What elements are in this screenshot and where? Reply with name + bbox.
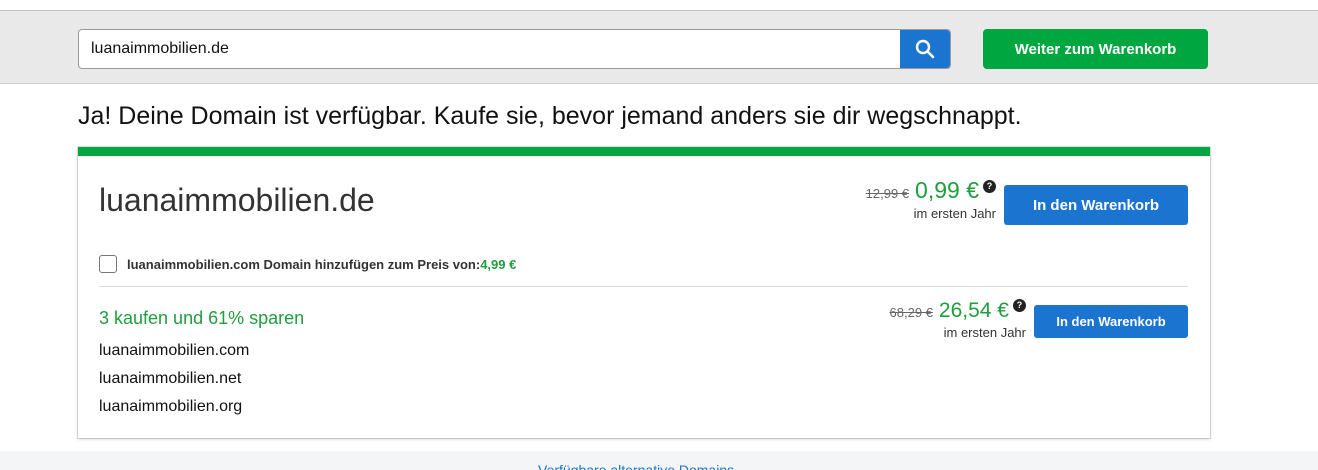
help-icon[interactable]: ? bbox=[983, 179, 996, 193]
search-button[interactable] bbox=[900, 30, 950, 68]
alternatives-section: Verfügbare alternative Domains bbox=[0, 451, 1318, 470]
bundle-new-price: 26,54 € bbox=[938, 299, 1009, 322]
alternative-domains-link[interactable]: Verfügbare alternative Domains bbox=[538, 462, 734, 470]
bundle-price-block: 68,29 € 26,54 € ? im ersten Jahr bbox=[889, 298, 1026, 340]
main-price-block: 12,99 € 0,99 € ? im ersten Jahr bbox=[866, 177, 996, 221]
bundle-add-to-cart-button[interactable]: In den Warenkorb bbox=[1034, 305, 1188, 338]
bundle-price-note: im ersten Jahr bbox=[943, 325, 1026, 340]
addon-checkbox[interactable] bbox=[99, 255, 117, 273]
search-icon bbox=[915, 39, 935, 59]
addon-option: luanaimmobilien.com Domain hinzufügen zu… bbox=[99, 255, 516, 273]
bundle-help-icon[interactable]: ? bbox=[1013, 298, 1026, 312]
bundle-old-price: 68,29 € bbox=[889, 305, 933, 320]
domain-search-input[interactable] bbox=[79, 30, 901, 68]
bundle-domain-list: luanaimmobilien.com luanaimmobilien.net … bbox=[99, 342, 249, 426]
availability-headline: Ja! Deine Domain ist verfügbar. Kaufe si… bbox=[78, 102, 1022, 130]
domain-search-box bbox=[78, 29, 951, 69]
domain-offer-card: luanaimmobilien.de 12,99 € 0,99 € ? im e… bbox=[78, 147, 1210, 438]
addon-price: 4,99 € bbox=[480, 256, 517, 272]
bundle-domain-item: luanaimmobilien.org bbox=[99, 398, 243, 415]
add-to-cart-button[interactable]: In den Warenkorb bbox=[1004, 185, 1188, 225]
price-note: im ersten Jahr bbox=[913, 206, 996, 221]
addon-label: luanaimmobilien.com Domain hinzufügen zu… bbox=[127, 256, 481, 272]
bundle-title: 3 kaufen und 61% sparen bbox=[99, 308, 305, 328]
domain-name: luanaimmobilien.de bbox=[99, 182, 375, 218]
bundle-domain-item: luanaimmobilien.com bbox=[99, 342, 250, 359]
continue-to-cart-button[interactable]: Weiter zum Warenkorb bbox=[983, 29, 1208, 69]
old-price: 12,99 € bbox=[865, 186, 910, 201]
search-header-bar: Weiter zum Warenkorb bbox=[0, 10, 1318, 84]
section-divider bbox=[99, 286, 1188, 287]
bundle-domain-item: luanaimmobilien.net bbox=[99, 370, 242, 387]
new-price: 0,99 € bbox=[915, 177, 979, 203]
